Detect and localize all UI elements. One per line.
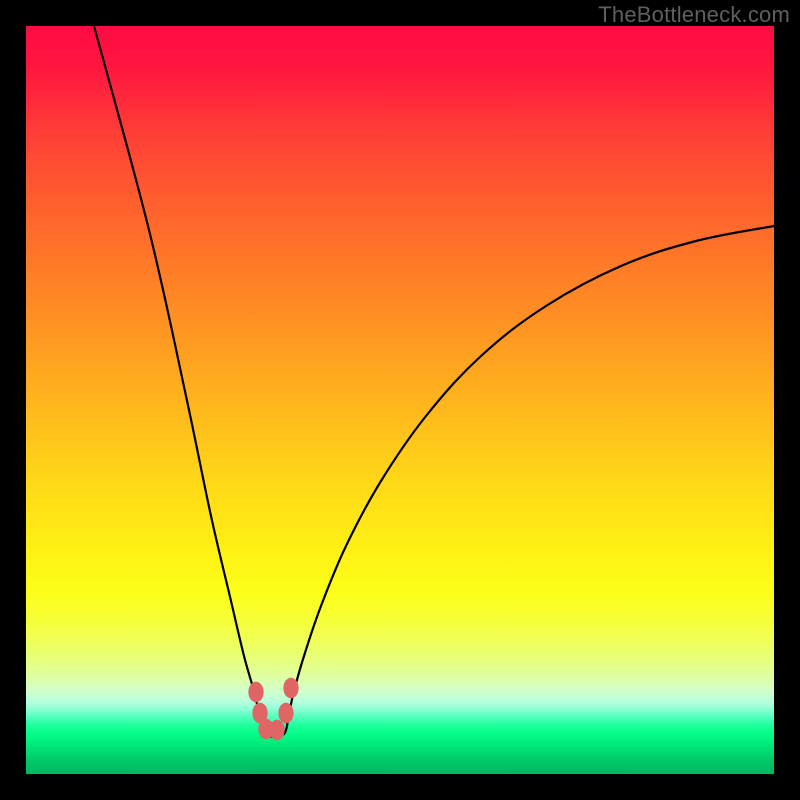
- curve-marker: [248, 682, 263, 703]
- curve-marker: [269, 720, 284, 741]
- watermark-text: TheBottleneck.com: [598, 2, 790, 28]
- curve-marker: [278, 703, 293, 724]
- chart-frame: TheBottleneck.com: [0, 0, 800, 800]
- plot-area: [26, 26, 774, 774]
- curve-marker: [283, 678, 298, 699]
- curve-layer: [26, 26, 774, 774]
- marker-group: [248, 678, 298, 741]
- bottleneck-curve: [94, 26, 774, 737]
